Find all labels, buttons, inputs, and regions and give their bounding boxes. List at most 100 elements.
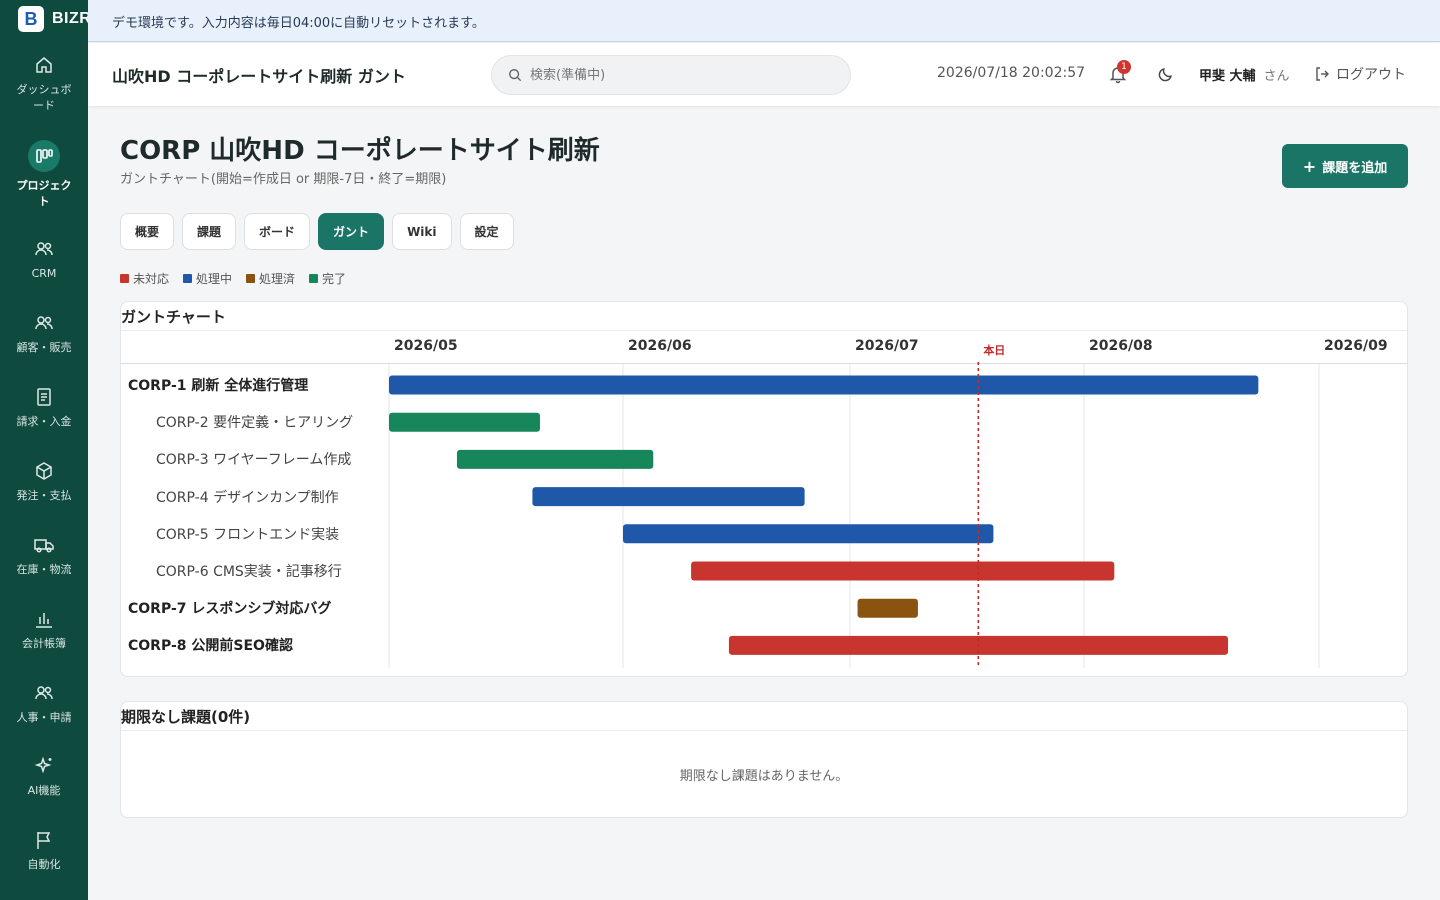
task-label[interactable]: CORP-1 刷新 全体進行管理 [128,375,308,395]
sidebar-item-3[interactable]: 顧客・販売 [0,312,88,356]
task-label[interactable]: CORP-2 要件定義・ヒアリング [156,412,353,432]
legend-item: 処理中 [183,270,232,287]
sidebar-item-label: 発注・支払 [16,489,72,502]
task-label[interactable]: CORP-7 レスポンシブ対応バグ [128,598,331,618]
gantt-card: ガントチャート 2026/05 2026/06 2026/07 2026/08 2026… [120,301,1408,677]
app-logo[interactable]: B BIZR [18,6,91,32]
bar-chart-icon [33,608,55,630]
task-label[interactable]: CORP-3 ワイヤーフレーム作成 [156,449,351,469]
search-input[interactable] [530,65,830,85]
legend-item: 完了 [309,270,346,287]
user-name: 甲斐 大輔 [1199,69,1256,84]
add-issue-button[interactable]: + 課題を追加 [1282,144,1408,188]
sidebar-item-0[interactable]: ダッシュボード [0,54,88,114]
legend-label: 完了 [322,272,347,286]
divider [121,730,1407,731]
demo-banner-text: デモ環境です。入力内容は毎日04:00に自動リセットされます。 [112,16,485,31]
tab-0[interactable]: 概要 [120,213,175,250]
home-icon [33,54,55,76]
legend-swatch [246,274,256,283]
tab-4[interactable]: Wiki [392,213,452,250]
search-icon [509,69,522,82]
page-title: CORP 山吹HD コーポレートサイト刷新 [120,136,600,166]
sidebar-item-7[interactable]: 会計帳簿 [0,608,88,652]
legend-swatch [120,274,129,283]
demo-banner: デモ環境です。入力内容は毎日04:00に自動リセットされます。 [88,0,1440,42]
gantt-bar[interactable] [691,561,1115,581]
tab-3[interactable]: ガント [318,213,385,250]
month-label: 2026/07 [855,338,919,354]
today-label: 本日 [983,344,1006,357]
sidebar-item-1[interactable]: プロジェクト [0,140,88,210]
legend-item: 処理済 [246,270,295,287]
sidebar-item-5[interactable]: 発注・支払 [0,460,88,504]
gantt-bar[interactable] [623,524,994,544]
sidebar-item-label: CRM [31,267,57,280]
month-label: 2026/08 [1089,338,1153,354]
sidebar-item-label: 自動化 [27,858,61,871]
month-label: 2026/09 [1324,338,1388,354]
users-icon [33,682,55,704]
truck-icon [33,534,55,556]
sidebar-item-2[interactable]: CRM [0,238,88,282]
flag-icon [33,829,55,851]
user-info[interactable]: 甲斐 大輔 さん [1199,65,1290,84]
sidebar-item-label: AI機能 [27,784,61,797]
task-label[interactable]: CORP-8 公開前SEO確認 [128,635,293,655]
sidebar-item-label: 会計帳簿 [22,637,66,650]
moon-icon[interactable] [1157,65,1175,83]
legend-label: 処理済 [259,272,296,286]
task-label[interactable]: CORP-6 CMS実装・記事移行 [156,561,342,581]
sidebar-item-4[interactable]: 請求・入金 [0,386,88,430]
project-icon [33,145,55,167]
user-suffix: さん [1263,69,1290,84]
plus-icon: + [1302,156,1317,176]
gantt-bar[interactable] [389,412,540,432]
tab-5[interactable]: 設定 [459,213,514,250]
empty-message: 期限なし課題はありません。 [679,769,849,784]
task-label[interactable]: CORP-4 デザインカンプ制作 [156,487,339,507]
sidebar-item-label: 在庫・物流 [16,563,72,576]
header-title: 山吹HD コーポレートサイト刷新 ガント [112,67,406,86]
sidebar-item-label: プロジェクト [16,179,72,208]
gantt-bar[interactable] [857,598,918,618]
logo-mark-icon: B [18,6,44,32]
gantt-bar[interactable] [456,449,654,469]
sidebar: B BIZR ダッシュボードプロジェクト CRM 顧客・販売請求・入金発注・支払在庫… [0,0,91,900]
sidebar-item-9[interactable]: AI機能 [0,755,88,799]
legend-label: 未対応 [133,272,170,286]
page-subtitle: ガントチャート(開始=作成日 or 期限-7日・終了=期限) [120,172,447,187]
box-icon [33,460,55,482]
sidebar-item-8[interactable]: 人事・申請 [0,682,88,726]
users-icon [33,238,55,260]
logo-text: BIZR [52,10,92,27]
gantt-bar[interactable] [532,487,805,507]
project-tabs: 概要 課題 ボード ガント Wiki 設定 [120,213,514,250]
logout-icon [1316,67,1329,81]
add-issue-label: 課題を追加 [1322,160,1388,176]
no-deadline-title: 期限なし課題(0件) [121,708,251,726]
sidebar-item-label: 請求・入金 [16,415,72,428]
sidebar-item-label: 人事・申請 [16,711,72,724]
search-box[interactable] [491,55,851,95]
gantt-bar[interactable] [389,375,1259,395]
users-icon [33,312,55,334]
invoice-icon [33,386,55,408]
tab-1[interactable]: 課題 [182,213,237,250]
month-label: 2026/05 [394,338,458,354]
tab-2[interactable]: ボード [244,213,311,250]
logout-label: ログアウト [1336,67,1406,83]
task-label[interactable]: CORP-5 フロントエンド実装 [156,524,339,544]
notification-badge: 1 [1117,60,1131,74]
sidebar-item-10[interactable]: 自動化 [0,829,88,873]
sidebar-item-6[interactable]: 在庫・物流 [0,534,88,578]
legend-swatch [183,274,193,283]
logout-button[interactable]: ログアウト [1314,64,1406,84]
no-deadline-card: 期限なし課題(0件) 期限なし課題はありません。 [120,701,1408,818]
legend-label: 処理中 [196,272,233,286]
current-datetime: 2026/07/18 20:02:57 [937,65,1086,81]
sidebar-item-label: 顧客・販売 [16,341,72,354]
month-label: 2026/06 [628,338,692,354]
sparkle-icon [33,755,55,777]
top-header: 山吹HD コーポレートサイト刷新 ガント 2026/07/18 20:02:57… [88,43,1440,106]
